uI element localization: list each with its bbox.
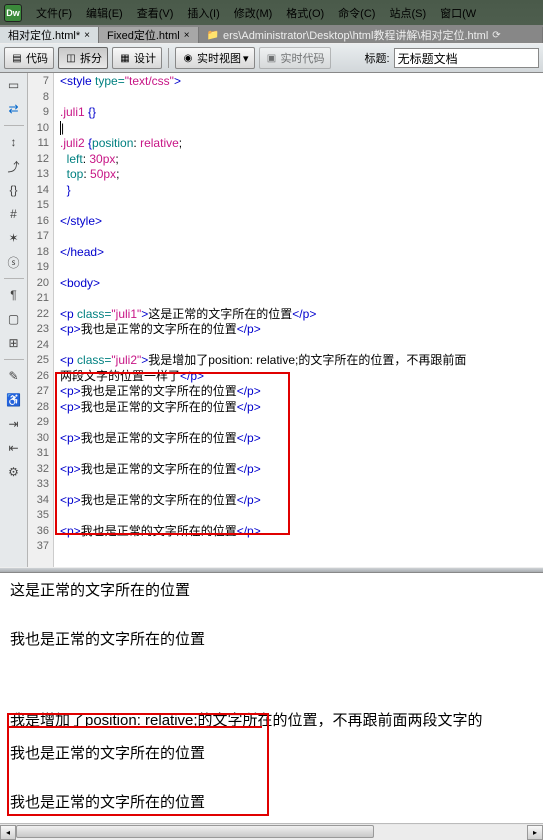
scroll-track[interactable] xyxy=(16,825,527,840)
chevron-down-icon: ▾ xyxy=(243,52,249,65)
line-number-gutter: 7891011121314151617181920212223242526272… xyxy=(28,73,54,567)
annotation-line xyxy=(8,726,262,728)
scroll-thumb[interactable] xyxy=(16,825,374,838)
design-view[interactable]: 这是正常的文字所在的位置 我也是正常的文字所在的位置 我是增加了position… xyxy=(0,573,543,823)
tab-relative-positioning[interactable]: 相对定位.html* × xyxy=(0,27,99,43)
file-path-display: 📁 ers\Administrator\Desktop\html教程讲解\相对定… xyxy=(199,27,543,43)
title-label: 标题: xyxy=(365,50,390,66)
preview-paragraph[interactable]: 我也是正常的文字所在的位置 xyxy=(10,791,533,812)
live-code-icon: ▣ xyxy=(265,51,279,65)
live-view-icon: ◉ xyxy=(181,51,195,65)
syntax-coloring-icon[interactable]: ⓢ xyxy=(6,254,22,270)
collapse-icon[interactable]: ⇄ xyxy=(6,101,22,117)
format-source-icon[interactable]: ⚙ xyxy=(6,464,22,480)
select-parent-icon[interactable]: ⤴ xyxy=(6,158,22,174)
live-code-button[interactable]: ▣ 实时代码 xyxy=(259,47,331,69)
parent-tag-icon[interactable]: ↕ xyxy=(6,134,22,150)
close-icon[interactable]: × xyxy=(84,30,90,41)
highlight-invalid-icon[interactable]: ✶ xyxy=(6,230,22,246)
code-icon: ▤ xyxy=(10,51,24,65)
tab-label: 相对定位.html* xyxy=(8,27,80,43)
menu-bar: Dw 文件(F) 编辑(E) 查看(V) 插入(I) 修改(M) 格式(O) 命… xyxy=(0,0,543,25)
apply-comment-icon[interactable]: ¶ xyxy=(6,287,22,303)
open-documents-icon[interactable]: ▭ xyxy=(6,77,22,93)
scroll-left-button[interactable]: ◂ xyxy=(0,825,16,840)
editor-area: ▭ ⇄ ↕ ⤴ {} # ✶ ⓢ ¶ ▢ ⊞ ✎ ♿ ⇥ ⇤ ⚙ 7891011… xyxy=(0,73,543,567)
move-css-icon[interactable]: ♿ xyxy=(6,392,22,408)
menu-site[interactable]: 站点(S) xyxy=(389,5,426,21)
refresh-icon[interactable]: ⟳ xyxy=(492,30,500,41)
menu-modify[interactable]: 修改(M) xyxy=(234,5,273,21)
menu-commands[interactable]: 命令(C) xyxy=(338,5,375,21)
file-path-text: ers\Administrator\Desktop\html教程讲解\相对定位.… xyxy=(223,27,488,43)
split-icon: ◫ xyxy=(64,51,78,65)
scroll-right-button[interactable]: ▸ xyxy=(527,825,543,840)
preview-paragraph[interactable]: 我也是正常的文字所在的位置 xyxy=(10,628,533,649)
recent-snippets-icon[interactable]: ✎ xyxy=(6,368,22,384)
folder-icon: 📁 xyxy=(207,30,219,41)
view-toolbar: ▤ 代码 ◫ 拆分 ▦ 设计 ◉ 实时视图 ▾ ▣ 实时代码 标题: xyxy=(0,43,543,73)
tab-fixed-positioning[interactable]: Fixed定位.html × xyxy=(99,27,199,43)
horizontal-scrollbar[interactable]: ◂ ▸ xyxy=(0,823,543,840)
menu-file[interactable]: 文件(F) xyxy=(36,5,72,21)
close-icon[interactable]: × xyxy=(184,30,190,41)
menu-edit[interactable]: 编辑(E) xyxy=(86,5,123,21)
menu-view[interactable]: 查看(V) xyxy=(137,5,174,21)
outdent-icon[interactable]: ⇤ xyxy=(6,440,22,456)
indent-icon[interactable]: ⇥ xyxy=(6,416,22,432)
menu-window[interactable]: 窗口(W xyxy=(440,5,476,21)
menu-insert[interactable]: 插入(I) xyxy=(187,5,219,21)
wrap-tag-icon[interactable]: ⊞ xyxy=(6,335,22,351)
preview-paragraph[interactable]: 这是正常的文字所在的位置 xyxy=(10,579,533,600)
document-tab-bar: 相对定位.html* × Fixed定位.html × 📁 ers\Admini… xyxy=(0,25,543,43)
remove-comment-icon[interactable]: ▢ xyxy=(6,311,22,327)
design-icon: ▦ xyxy=(118,51,132,65)
tab-label: Fixed定位.html xyxy=(107,27,180,43)
document-title-input[interactable] xyxy=(394,48,539,68)
live-view-button[interactable]: ◉ 实时视图 ▾ xyxy=(175,47,255,69)
app-logo: Dw xyxy=(4,4,22,22)
menu-format[interactable]: 格式(O) xyxy=(286,5,324,21)
line-numbers-icon[interactable]: # xyxy=(6,206,22,222)
code-editor[interactable]: 7891011121314151617181920212223242526272… xyxy=(28,73,543,567)
code-content[interactable]: <style type="text/css">.juli1 {}|.juli2 … xyxy=(54,73,543,567)
split-view-button[interactable]: ◫ 拆分 xyxy=(58,47,108,69)
preview-paragraph[interactable]: 我也是正常的文字所在的位置 xyxy=(10,742,533,763)
design-view-button[interactable]: ▦ 设计 xyxy=(112,47,162,69)
balance-braces-icon[interactable]: {} xyxy=(6,182,22,198)
code-view-button[interactable]: ▤ 代码 xyxy=(4,47,54,69)
separator xyxy=(168,48,169,68)
code-toolbar: ▭ ⇄ ↕ ⤴ {} # ✶ ⓢ ¶ ▢ ⊞ ✎ ♿ ⇥ ⇤ ⚙ xyxy=(0,73,28,567)
